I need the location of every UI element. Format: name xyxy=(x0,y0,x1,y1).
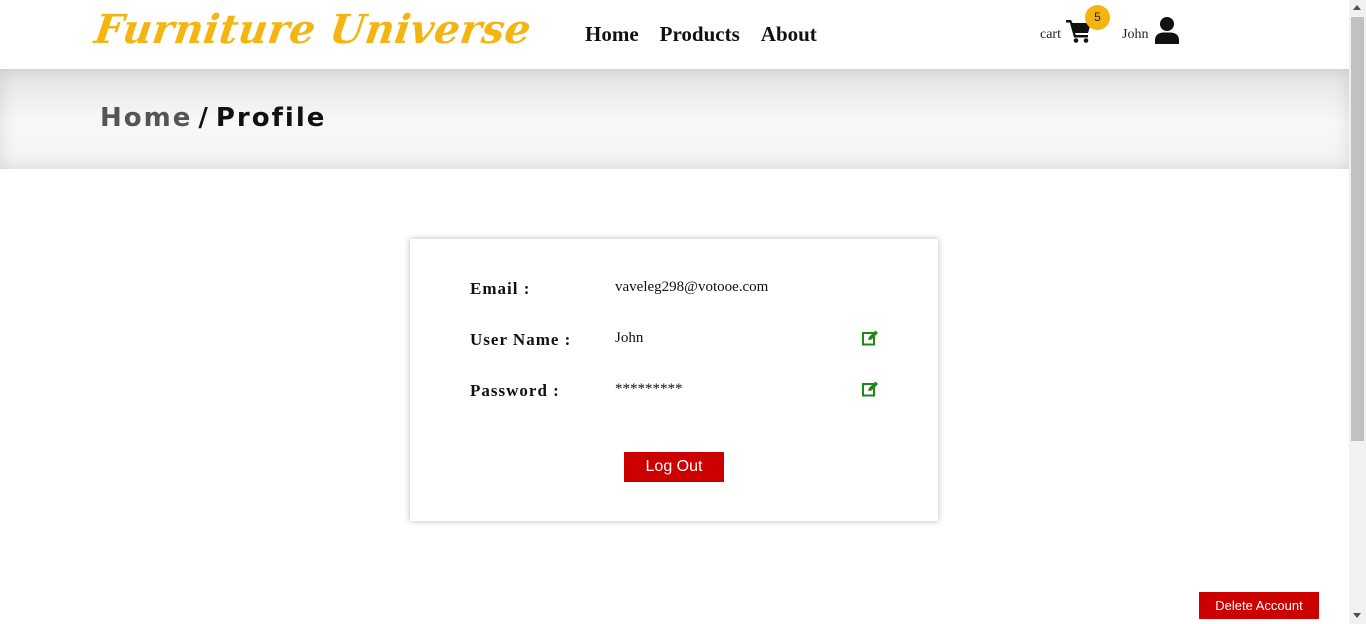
nav-home-link[interactable]: Home xyxy=(585,22,639,47)
email-value: vaveleg298@votooe.com xyxy=(615,279,769,295)
username-label: User Name : xyxy=(470,330,572,349)
breadcrumb-separator: / xyxy=(198,103,210,133)
scrollbar-thumb[interactable] xyxy=(1351,17,1364,441)
username-value: John xyxy=(615,330,644,346)
site-logo[interactable]: Furniture Universe xyxy=(92,6,535,53)
site-header: Furniture Universe Home Products About c… xyxy=(0,0,1349,69)
password-value: ********* xyxy=(615,381,683,397)
cart-label[interactable]: cart xyxy=(1040,27,1061,43)
user-name-label[interactable]: John xyxy=(1122,27,1148,43)
edit-username-icon[interactable] xyxy=(862,330,879,346)
nav-products-link[interactable]: Products xyxy=(660,22,740,47)
breadcrumb: Home / Profile xyxy=(100,103,326,133)
logout-button[interactable]: Log Out xyxy=(624,452,724,482)
cart-count-badge: 5 xyxy=(1085,5,1110,30)
breadcrumb-home-link[interactable]: Home xyxy=(100,103,192,133)
user-icon[interactable] xyxy=(1155,17,1179,44)
main-nav: Home Products About xyxy=(585,22,838,47)
profile-card: Email : vaveleg298@votooe.com User Name … xyxy=(410,239,938,521)
page-banner: Home / Profile xyxy=(0,69,1349,169)
scroll-up-arrow-icon[interactable] xyxy=(1353,5,1361,10)
delete-account-button[interactable]: Delete Account xyxy=(1199,592,1319,619)
email-label: Email : xyxy=(470,279,531,298)
scroll-down-arrow-icon[interactable] xyxy=(1353,613,1361,618)
breadcrumb-current: Profile xyxy=(215,103,327,133)
edit-password-icon[interactable] xyxy=(862,381,879,397)
nav-about-link[interactable]: About xyxy=(761,22,817,47)
password-label: Password : xyxy=(470,381,560,400)
page-scrollbar[interactable] xyxy=(1349,0,1366,624)
